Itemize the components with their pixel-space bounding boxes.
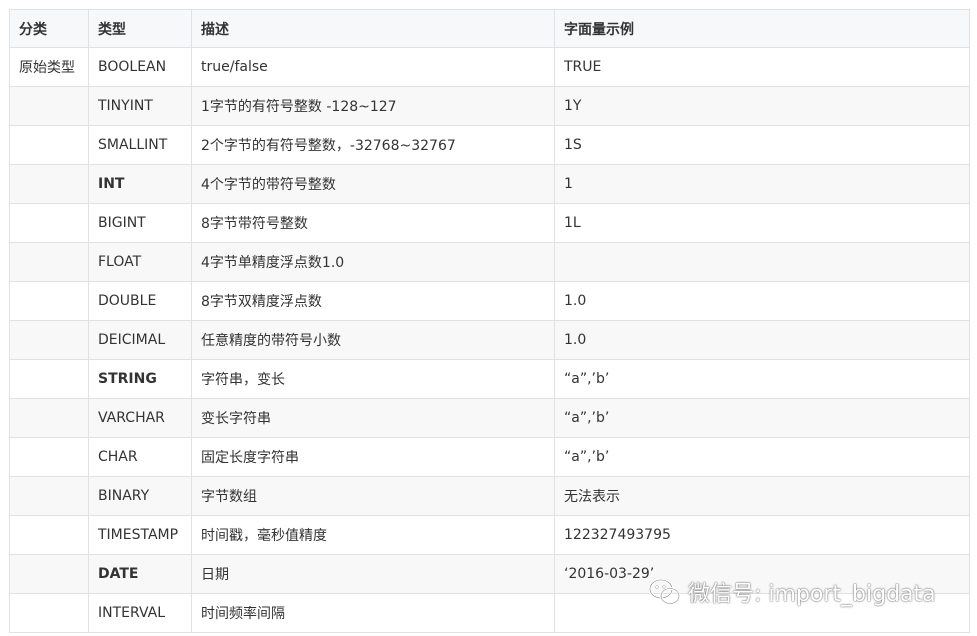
category-cell — [9, 164, 89, 204]
type-cell: BOOLEAN — [88, 47, 192, 87]
table-row: INT 4个字节的带符号整数 1 — [9, 164, 970, 204]
table-row: TINYINT 1字节的有符号整数 -128~127 1Y — [9, 86, 970, 126]
example-cell: 无法表示 — [554, 476, 970, 516]
category-cell — [9, 125, 89, 165]
category-cell — [9, 398, 89, 438]
table-body: 原始类型 BOOLEAN true/false TRUE TINYINT 1字节的有符号整… — [9, 47, 970, 633]
category-cell — [9, 515, 89, 555]
header-row: 分类 类型 描述 字面量示例 — [9, 9, 970, 48]
description-cell: 日期 — [191, 554, 555, 594]
example-cell: 1.0 — [554, 281, 970, 321]
table-row: DEICIMAL 任意精度的带符号小数 1.0 — [9, 320, 970, 360]
type-cell: DOUBLE — [88, 281, 192, 321]
table-header: 分类 类型 描述 字面量示例 — [9, 9, 970, 48]
category-cell — [9, 203, 89, 243]
category-cell — [9, 242, 89, 282]
description-cell: 2个字节的有符号整数，-32768~32767 — [191, 125, 555, 165]
example-cell: “a”,’b’ — [554, 398, 970, 438]
description-cell: 固定长度字符串 — [191, 437, 555, 477]
category-cell — [9, 359, 89, 399]
table-row: CHAR 固定长度字符串 “a”,’b’ — [9, 437, 970, 477]
description-cell: true/false — [191, 47, 555, 87]
type-cell: INTERVAL — [88, 593, 192, 633]
header-category: 分类 — [9, 9, 89, 48]
type-cell: FLOAT — [88, 242, 192, 282]
table-row: DOUBLE 8字节双精度浮点数 1.0 — [9, 281, 970, 321]
header-type: 类型 — [88, 9, 192, 48]
table-row: SMALLINT 2个字节的有符号整数，-32768~32767 1S — [9, 125, 970, 165]
example-cell: “a”,’b’ — [554, 437, 970, 477]
example-cell: “a”,’b’ — [554, 359, 970, 399]
table-row: STRING 字符串，变长 “a”,’b’ — [9, 359, 970, 399]
description-cell: 时间频率间隔 — [191, 593, 555, 633]
table-row: FLOAT 4字节单精度浮点数1.0 — [9, 242, 970, 282]
example-cell: 1S — [554, 125, 970, 165]
description-cell: 1字节的有符号整数 -128~127 — [191, 86, 555, 126]
description-cell: 变长字符串 — [191, 398, 555, 438]
example-cell: TRUE — [554, 47, 970, 87]
category-cell — [9, 476, 89, 516]
category-cell — [9, 320, 89, 360]
category-cell — [9, 281, 89, 321]
category-cell — [9, 86, 89, 126]
description-cell: 4个字节的带符号整数 — [191, 164, 555, 204]
type-cell: CHAR — [88, 437, 192, 477]
type-cell: TINYINT — [88, 86, 192, 126]
description-cell: 任意精度的带符号小数 — [191, 320, 555, 360]
type-cell: VARCHAR — [88, 398, 192, 438]
watermark-text: 微信号: import_bigdata — [688, 582, 936, 607]
table-row: TIMESTAMP 时间戳，毫秒值精度 122327493795 — [9, 515, 970, 555]
category-cell — [9, 437, 89, 477]
example-cell: 1.0 — [554, 320, 970, 360]
description-cell: 4字节单精度浮点数1.0 — [191, 242, 555, 282]
description-cell: 8字节带符号整数 — [191, 203, 555, 243]
data-types-table: 分类 类型 描述 字面量示例 原始类型 BOOLEAN true/false TRUE… — [9, 9, 970, 633]
watermark: 微信号: import_bigdata — [648, 572, 936, 612]
table-row: VARCHAR 变长字符串 “a”,’b’ — [9, 398, 970, 438]
type-cell: STRING — [88, 359, 192, 399]
example-cell: 122327493795 — [554, 515, 970, 555]
data-types-table-wrapper: 分类 类型 描述 字面量示例 原始类型 BOOLEAN true/false TRUE… — [9, 9, 970, 633]
type-cell: DATE — [88, 554, 192, 594]
table-row: BINARY 字节数组 无法表示 — [9, 476, 970, 516]
table-row: BIGINT 8字节带符号整数 1L — [9, 203, 970, 243]
category-cell — [9, 554, 89, 594]
table-row: 原始类型 BOOLEAN true/false TRUE — [9, 47, 970, 87]
example-cell: 1 — [554, 164, 970, 204]
example-cell: 1L — [554, 203, 970, 243]
type-cell: SMALLINT — [88, 125, 192, 165]
type-cell: TIMESTAMP — [88, 515, 192, 555]
type-cell: DEICIMAL — [88, 320, 192, 360]
category-cell — [9, 593, 89, 633]
wechat-icon — [648, 578, 681, 605]
description-cell: 字符串，变长 — [191, 359, 555, 399]
type-cell: INT — [88, 164, 192, 204]
description-cell: 字节数组 — [191, 476, 555, 516]
type-cell: BIGINT — [88, 203, 192, 243]
example-cell: 1Y — [554, 86, 970, 126]
header-literal-example: 字面量示例 — [554, 9, 970, 48]
description-cell: 8字节双精度浮点数 — [191, 281, 555, 321]
header-description: 描述 — [191, 9, 555, 48]
type-cell: BINARY — [88, 476, 192, 516]
example-cell — [554, 242, 970, 282]
description-cell: 时间戳，毫秒值精度 — [191, 515, 555, 555]
category-cell: 原始类型 — [9, 47, 89, 87]
